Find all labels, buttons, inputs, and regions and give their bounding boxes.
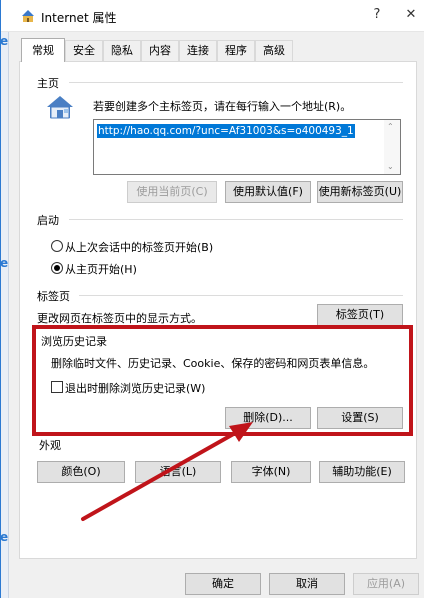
tabs-description: 更改网页在标签页中的显示方式。 [37, 312, 202, 325]
accessibility-button[interactable]: 辅助功能(E) [319, 461, 405, 483]
homepage-url-text: http://hao.qq.com/?unc=Af31003&s=o400493… [97, 124, 355, 138]
cancel-button[interactable]: 取消 [269, 573, 345, 595]
highlight-box [32, 325, 413, 436]
tab-security[interactable]: 安全 [65, 40, 103, 62]
fonts-button[interactable]: 字体(N) [231, 461, 311, 483]
divider [69, 219, 403, 220]
window-title: Internet 属性 [41, 11, 117, 25]
languages-button[interactable]: 语言(L) [135, 461, 221, 483]
scroll-down-icon[interactable]: ⌄ [387, 162, 394, 171]
start-homepage-label[interactable]: 从主页开始(H) [65, 261, 137, 277]
tab-content[interactable]: 内容 [141, 40, 179, 62]
ie-logo-icon: e [0, 34, 9, 48]
tabs-section-label: 标签页 [37, 288, 74, 304]
close-button[interactable]: ✕ [401, 7, 421, 25]
tab-programs[interactable]: 程序 [217, 40, 255, 62]
home-icon [47, 96, 73, 119]
appearance-section-label: 外观 [39, 439, 61, 452]
internet-options-window: e e e e Internet 属性 ? ✕ 常规 安全 隐私 内容 连接 程… [0, 0, 424, 598]
startup-section-label: 启动 [37, 212, 63, 228]
tab-connections[interactable]: 连接 [179, 40, 217, 62]
divider [69, 82, 403, 83]
divider [79, 295, 403, 296]
help-button[interactable]: ? [367, 7, 387, 25]
ie-logo-icon: e [0, 256, 9, 270]
homepage-url-textarea[interactable]: http://hao.qq.com/?unc=Af31003&s=o400493… [93, 119, 401, 175]
tab-privacy[interactable]: 隐私 [103, 40, 141, 62]
internet-options-icon [22, 10, 34, 22]
tab-strip: 常规 安全 隐私 内容 连接 程序 高级 [21, 38, 421, 62]
use-new-tab-button[interactable]: 使用新标签页(U) [317, 181, 403, 203]
use-current-button[interactable]: 使用当前页(C) [127, 181, 217, 203]
ie-logo-icon: e [0, 530, 9, 544]
start-homepage-radio[interactable] [51, 262, 63, 274]
tab-general[interactable]: 常规 [21, 38, 65, 62]
start-last-session-radio[interactable] [51, 240, 63, 252]
background-app-edge: e e e e [0, 0, 9, 598]
colors-button[interactable]: 颜色(O) [37, 461, 125, 483]
homepage-description: 若要创建多个主标签页，请在每行输入一个地址(R)。 [93, 100, 352, 113]
scroll-up-icon[interactable]: ⌃ [387, 122, 394, 131]
title-bar: Internet 属性 ? ✕ [1, 0, 424, 32]
use-default-button[interactable]: 使用默认值(F) [225, 181, 311, 203]
start-last-session-label[interactable]: 从上次会话中的标签页开始(B) [65, 239, 213, 255]
homepage-section-label: 主页 [37, 75, 63, 91]
ok-button[interactable]: 确定 [185, 573, 261, 595]
textarea-scrollbar[interactable]: ⌃ ⌄ [384, 120, 400, 174]
apply-button[interactable]: 应用(A) [353, 573, 419, 595]
tabs-settings-button[interactable]: 标签页(T) [317, 304, 403, 326]
tab-advanced[interactable]: 高级 [255, 40, 293, 62]
